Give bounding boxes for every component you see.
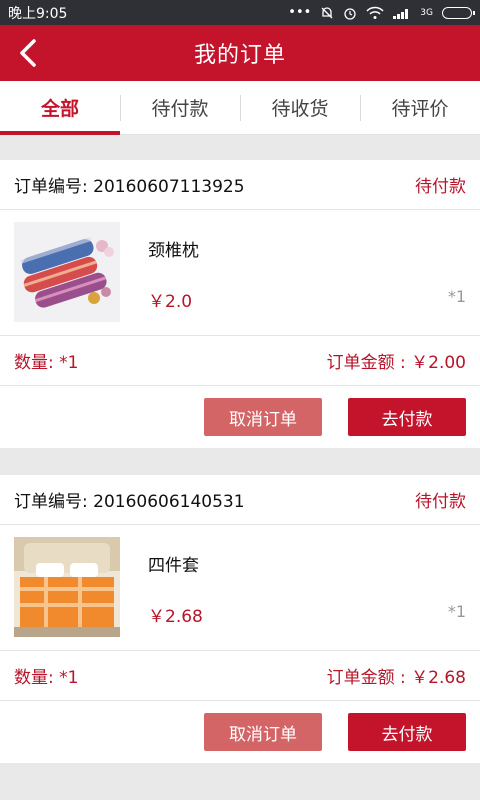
order-tabs: 全部 待付款 待收货 待评价: [0, 81, 480, 135]
tab-pending-receipt[interactable]: 待收货: [240, 81, 360, 134]
tab-all[interactable]: 全部: [0, 81, 120, 135]
cancel-order-button[interactable]: 取消订单: [204, 713, 322, 751]
item-name: 颈椎枕: [148, 241, 199, 261]
order-header: 订单编号: 20160607113925 待付款: [0, 160, 480, 210]
item-qty: *1: [447, 602, 466, 621]
order-summary: 数量: *1 订单金额 : ￥2.00: [0, 336, 480, 386]
mute-bell-icon: [321, 6, 333, 18]
cancel-order-button[interactable]: 取消订单: [204, 398, 322, 436]
pay-button[interactable]: 去付款: [348, 713, 466, 751]
pay-button[interactable]: 去付款: [348, 398, 466, 436]
back-arrow-icon: [20, 39, 36, 67]
tab-pending-review[interactable]: 待评价: [360, 81, 480, 134]
order-actions: 取消订单 去付款: [0, 701, 480, 763]
battery-icon: [442, 6, 475, 19]
order-card: 订单编号: 20160607113925 待付款 颈椎枕 ￥2.0 *1 数量:…: [0, 160, 480, 448]
item-info: 四件套 ￥2.68 *1: [148, 537, 466, 638]
more-dots-icon: •••: [288, 5, 312, 20]
order-quantity: 数量: *1: [14, 668, 79, 688]
status-icons: ••• 3G: [288, 5, 475, 20]
page-title: 我的订单: [193, 43, 286, 68]
order-summary: 数量: *1 订单金额 : ￥2.68: [0, 651, 480, 701]
order-number: 订单编号: 20160606140531: [14, 492, 245, 512]
order-item[interactable]: 四件套 ￥2.68 *1: [0, 525, 480, 651]
order-card: 订单编号: 20160606140531 待付款 四件套 ￥2.68 *1 数量…: [0, 475, 480, 763]
order-item[interactable]: 颈椎枕 ￥2.0 *1: [0, 210, 480, 336]
item-price: ￥2.0: [148, 292, 193, 312]
item-price: ￥2.68: [148, 607, 203, 627]
item-name: 四件套: [148, 556, 199, 576]
signal-icon: [393, 8, 409, 19]
pillow-image[interactable]: [14, 222, 120, 322]
order-status: 待付款: [415, 492, 466, 512]
back-button[interactable]: [8, 33, 48, 73]
order-amount: 订单金额 : ￥2.68: [326, 668, 466, 688]
bedding-image[interactable]: [14, 537, 120, 637]
tab-pending-payment[interactable]: 待付款: [120, 81, 240, 134]
status-time: 晚上9:05: [8, 5, 68, 22]
order-status: 待付款: [415, 177, 466, 197]
order-header: 订单编号: 20160606140531 待付款: [0, 475, 480, 525]
status-bar: 晚上9:05 ••• 3G: [0, 0, 480, 25]
title-bar: 我的订单: [0, 25, 480, 81]
order-number: 订单编号: 20160607113925: [14, 177, 245, 197]
order-amount: 订单金额 : ￥2.00: [326, 353, 466, 373]
order-actions: 取消订单 去付款: [0, 386, 480, 448]
alarm-icon: [344, 7, 356, 20]
item-qty: *1: [447, 287, 466, 306]
item-info: 颈椎枕 ￥2.0 *1: [148, 222, 466, 323]
order-quantity: 数量: *1: [14, 353, 79, 373]
wifi-icon: [366, 6, 384, 19]
network-type: 3G: [420, 7, 433, 18]
